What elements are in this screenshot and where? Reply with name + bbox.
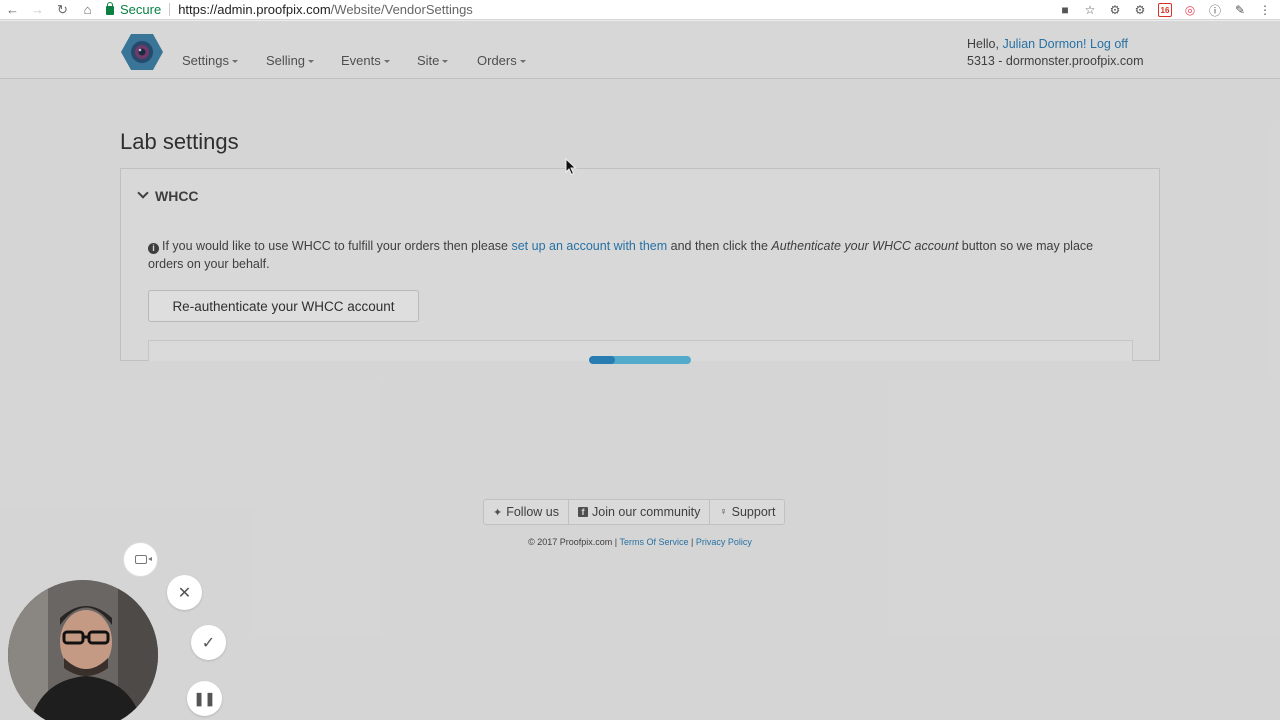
finish-recording-button[interactable]: ✓ xyxy=(191,625,226,660)
whcc-heading: WHCC xyxy=(155,188,199,204)
setup-account-link[interactable]: set up an account with them xyxy=(511,239,667,253)
video-camera-icon xyxy=(134,555,152,564)
follow-us-label: Follow us xyxy=(506,505,560,519)
settings-extension-icon[interactable]: ⚙ xyxy=(1133,3,1147,17)
gear-extension-icon[interactable]: ⚙ xyxy=(1108,3,1122,17)
info-extension-icon[interactable]: ⓘ xyxy=(1208,3,1222,18)
menu-settings[interactable]: Settings xyxy=(182,53,238,68)
eyedropper-extension-icon[interactable]: ✎ xyxy=(1233,3,1247,17)
menu-site-label: Site xyxy=(417,53,440,68)
chevron-down-icon xyxy=(231,60,238,64)
whcc-panel-toggle[interactable]: WHCC xyxy=(137,187,199,204)
greeting-text: Hello, xyxy=(967,37,999,51)
menu-settings-label: Settings xyxy=(182,53,229,68)
camera-toggle-button[interactable] xyxy=(123,542,158,577)
support-button[interactable]: ♀ Support xyxy=(710,500,784,524)
info-emphasis: Authenticate your WHCC account xyxy=(771,239,959,253)
address-divider xyxy=(169,3,171,16)
footer-divider: | xyxy=(691,537,694,547)
pause-recording-button[interactable]: ❚❚ xyxy=(187,681,222,716)
address-bar[interactable]: https://admin.proofpix.com/Website/Vendo… xyxy=(178,2,473,17)
user-info: Hello, Julian Dormon! Log off 5313 - dor… xyxy=(967,36,1143,70)
twitter-icon: ✦ xyxy=(493,506,503,519)
menu-orders-label: Orders xyxy=(477,53,517,68)
home-icon[interactable]: ⌂ xyxy=(75,0,100,20)
whcc-panel: WHCC i If you would like to use WHCC to f… xyxy=(120,168,1160,361)
forward-icon[interactable]: → xyxy=(25,0,50,20)
menu-site[interactable]: Site xyxy=(417,53,449,68)
close-icon: ✕ xyxy=(177,584,192,602)
loading-progress-bar xyxy=(589,356,691,364)
pause-icon: ❚❚ xyxy=(193,690,216,706)
chevron-down-icon xyxy=(442,60,449,64)
chevron-down-icon xyxy=(308,60,315,64)
logoff-link[interactable]: Log off xyxy=(1090,37,1128,51)
back-icon[interactable]: ← xyxy=(0,0,25,20)
checkmark-icon: ✓ xyxy=(201,634,216,652)
menu-selling[interactable]: Selling xyxy=(266,53,315,68)
account-line: 5313 - dormonster.proofpix.com xyxy=(967,54,1144,68)
page-title: Lab settings xyxy=(120,129,239,154)
user-name-link[interactable]: Julian Dormon! xyxy=(1002,37,1086,51)
info-mid: and then click the xyxy=(670,239,768,253)
chevron-down-icon xyxy=(519,60,526,64)
whcc-info-text: i If you would like to use WHCC to fulfil… xyxy=(148,237,1118,273)
chevron-down-icon xyxy=(137,187,149,199)
copyright-line: © 2017 Proofpix.com | Terms Of Service |… xyxy=(0,537,1280,547)
join-community-label: Join our community xyxy=(592,505,701,519)
loading-progress-fill xyxy=(589,356,615,364)
menu-events[interactable]: Events xyxy=(341,53,390,68)
menu-selling-label: Selling xyxy=(266,53,306,68)
lock-icon xyxy=(106,2,114,15)
reload-icon[interactable]: ↻ xyxy=(50,0,75,20)
follow-us-button[interactable]: ✦ Follow us xyxy=(484,500,570,524)
copyright-text: © 2017 Proofpix.com | xyxy=(528,537,618,547)
secure-indicator[interactable]: Secure xyxy=(106,2,161,17)
browser-menu-icon[interactable]: ⋮ xyxy=(1258,3,1272,17)
webcam-preview xyxy=(8,580,158,720)
bookmark-star-icon[interactable]: ☆ xyxy=(1083,3,1097,17)
secure-label: Secure xyxy=(120,2,162,17)
info-icon: i xyxy=(148,243,159,254)
chevron-down-icon xyxy=(383,60,390,64)
facebook-icon: f xyxy=(578,507,589,517)
extension-icons: ■ ☆ ⚙ ⚙ 16 ◎ ⓘ ✎ ⋮ xyxy=(1058,0,1272,20)
mouse-cursor-icon xyxy=(565,158,577,176)
url-host: https://admin.proofpix.com xyxy=(178,2,331,17)
privacy-link[interactable]: Privacy Policy xyxy=(696,537,752,547)
browser-toolbar: ← → ↻ ⌂ Secure https://admin.proofpix.co… xyxy=(0,0,1280,20)
terms-link[interactable]: Terms Of Service xyxy=(619,537,688,547)
proofpix-logo[interactable] xyxy=(120,32,164,72)
url-path: /Website/VendorSettings xyxy=(330,2,473,17)
page-background xyxy=(0,21,1280,720)
info-pre: If you would like to use WHCC to fulfill… xyxy=(162,239,508,253)
lightbulb-icon: ♀ xyxy=(719,506,728,518)
camera-extension-icon[interactable]: ■ xyxy=(1058,3,1072,17)
join-community-button[interactable]: f Join our community xyxy=(569,500,711,524)
spiral-extension-icon[interactable]: ◎ xyxy=(1183,3,1197,17)
menu-events-label: Events xyxy=(341,53,381,68)
footer-button-group: ✦ Follow us f Join our community ♀ Support xyxy=(483,499,786,525)
menu-orders[interactable]: Orders xyxy=(477,53,526,68)
support-label: Support xyxy=(731,505,776,519)
reauthenticate-button[interactable]: Re-authenticate your WHCC account xyxy=(148,290,419,322)
calendar-extension-icon[interactable]: 16 xyxy=(1158,3,1172,17)
cancel-recording-button[interactable]: ✕ xyxy=(167,575,202,610)
